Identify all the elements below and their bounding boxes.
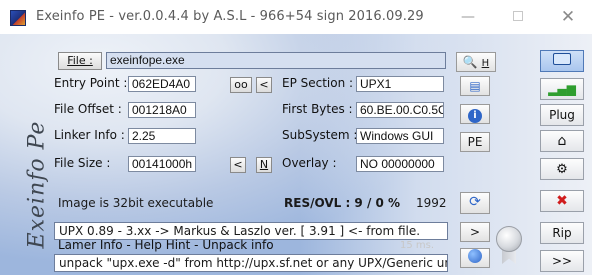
entry-point-field[interactable]: 062ED4A0 (128, 76, 196, 92)
next-button[interactable]: >> (540, 250, 584, 272)
globe-icon (468, 249, 482, 263)
year-label: 1992 (416, 196, 447, 210)
subsystem-field[interactable]: Windows GUI (356, 128, 444, 144)
sections-icon: ▤ (469, 79, 481, 93)
file-size-label: File Size : (54, 156, 111, 170)
unpack-hint[interactable]: unpack "upx.exe -d" from http://upx.sf.n… (54, 254, 448, 272)
rescan-button[interactable]: ⟳ (460, 192, 490, 214)
brand-text: Exeinfo Pe (24, 120, 50, 249)
exit-button[interactable]: ✖ (540, 190, 584, 212)
file-name-field[interactable]: exeinfope.exe (106, 52, 446, 69)
home-button[interactable]: ⌂ (540, 130, 584, 152)
ep-section-field[interactable]: UPX1 (356, 76, 444, 92)
bar-chart-icon: ▂▄▆ (548, 82, 576, 96)
linker-info-label: Linker Info : (54, 128, 125, 142)
app-icon (10, 10, 26, 26)
settings-button[interactable]: ⚙ (540, 158, 584, 180)
open-file-button[interactable] (540, 50, 584, 72)
refresh-icon: ⟳ (469, 194, 481, 210)
settings-icon: ⚙ (556, 162, 568, 177)
search-h-label: H (481, 58, 490, 69)
title-bar: Exeinfo PE - ver.0.0.4.4 by A.S.L - 966+… (0, 0, 592, 34)
size-n-button[interactable]: N (256, 157, 272, 173)
folder-icon (553, 53, 571, 65)
entry-point-label: Entry Point : (54, 76, 128, 90)
ep-prev-button[interactable]: < (256, 77, 272, 93)
window-title: Exeinfo PE - ver.0.0.4.4 by A.S.L - 966+… (36, 9, 424, 24)
first-bytes-field[interactable]: 60.BE.00.C0.5C (356, 102, 444, 118)
info-button[interactable]: i (460, 104, 490, 124)
ep-section-label: EP Section : (282, 76, 354, 90)
scan-status: Image is 32bit executable (58, 196, 214, 210)
sections-button[interactable]: ▤ (460, 76, 490, 96)
oo-button[interactable]: oo (230, 77, 252, 93)
close-button[interactable]: ✕ (548, 6, 588, 28)
search-icon: 🔍 (462, 55, 478, 69)
scan-time: 15 ms. (400, 240, 435, 251)
web-button[interactable] (460, 248, 490, 268)
size-prev-button[interactable]: < (230, 157, 246, 173)
file-button[interactable]: File : (58, 52, 102, 70)
overlay-label: Overlay : (282, 156, 337, 170)
maximize-button[interactable] (498, 6, 538, 28)
plug-button[interactable]: Plug (540, 104, 584, 126)
minimize-button[interactable]: — (448, 6, 488, 28)
file-size-field[interactable]: 00141000h (128, 156, 196, 172)
medal-icon (496, 226, 522, 252)
lamer-info-header: Lamer Info - Help Hint - Unpack info (58, 238, 274, 252)
search-button[interactable]: 🔍 H (456, 52, 496, 72)
overlay-field[interactable]: NO 00000000 (356, 156, 444, 172)
brand-logo: Exeinfo Pe (12, 112, 52, 272)
first-bytes-label: First Bytes : (282, 102, 353, 116)
info-icon: i (468, 109, 482, 123)
home-icon: ⌂ (557, 133, 567, 149)
file-offset-field[interactable]: 001218A0 (128, 102, 196, 118)
linker-info-field[interactable]: 2.25 (128, 128, 196, 144)
close-x-icon: ✖ (556, 193, 568, 209)
file-offset-label: File Offset : (54, 102, 122, 116)
next-arrow-button[interactable]: > (460, 222, 490, 242)
subsystem-label: SubSystem : (282, 128, 358, 142)
rip-button[interactable]: Rip (540, 222, 584, 244)
maximize-icon (513, 11, 523, 21)
pe-button[interactable]: PE (460, 132, 490, 152)
res-ovl-value: RES/OVL : 9 / 0 % (284, 196, 401, 210)
stats-button[interactable]: ▂▄▆ (540, 78, 584, 100)
